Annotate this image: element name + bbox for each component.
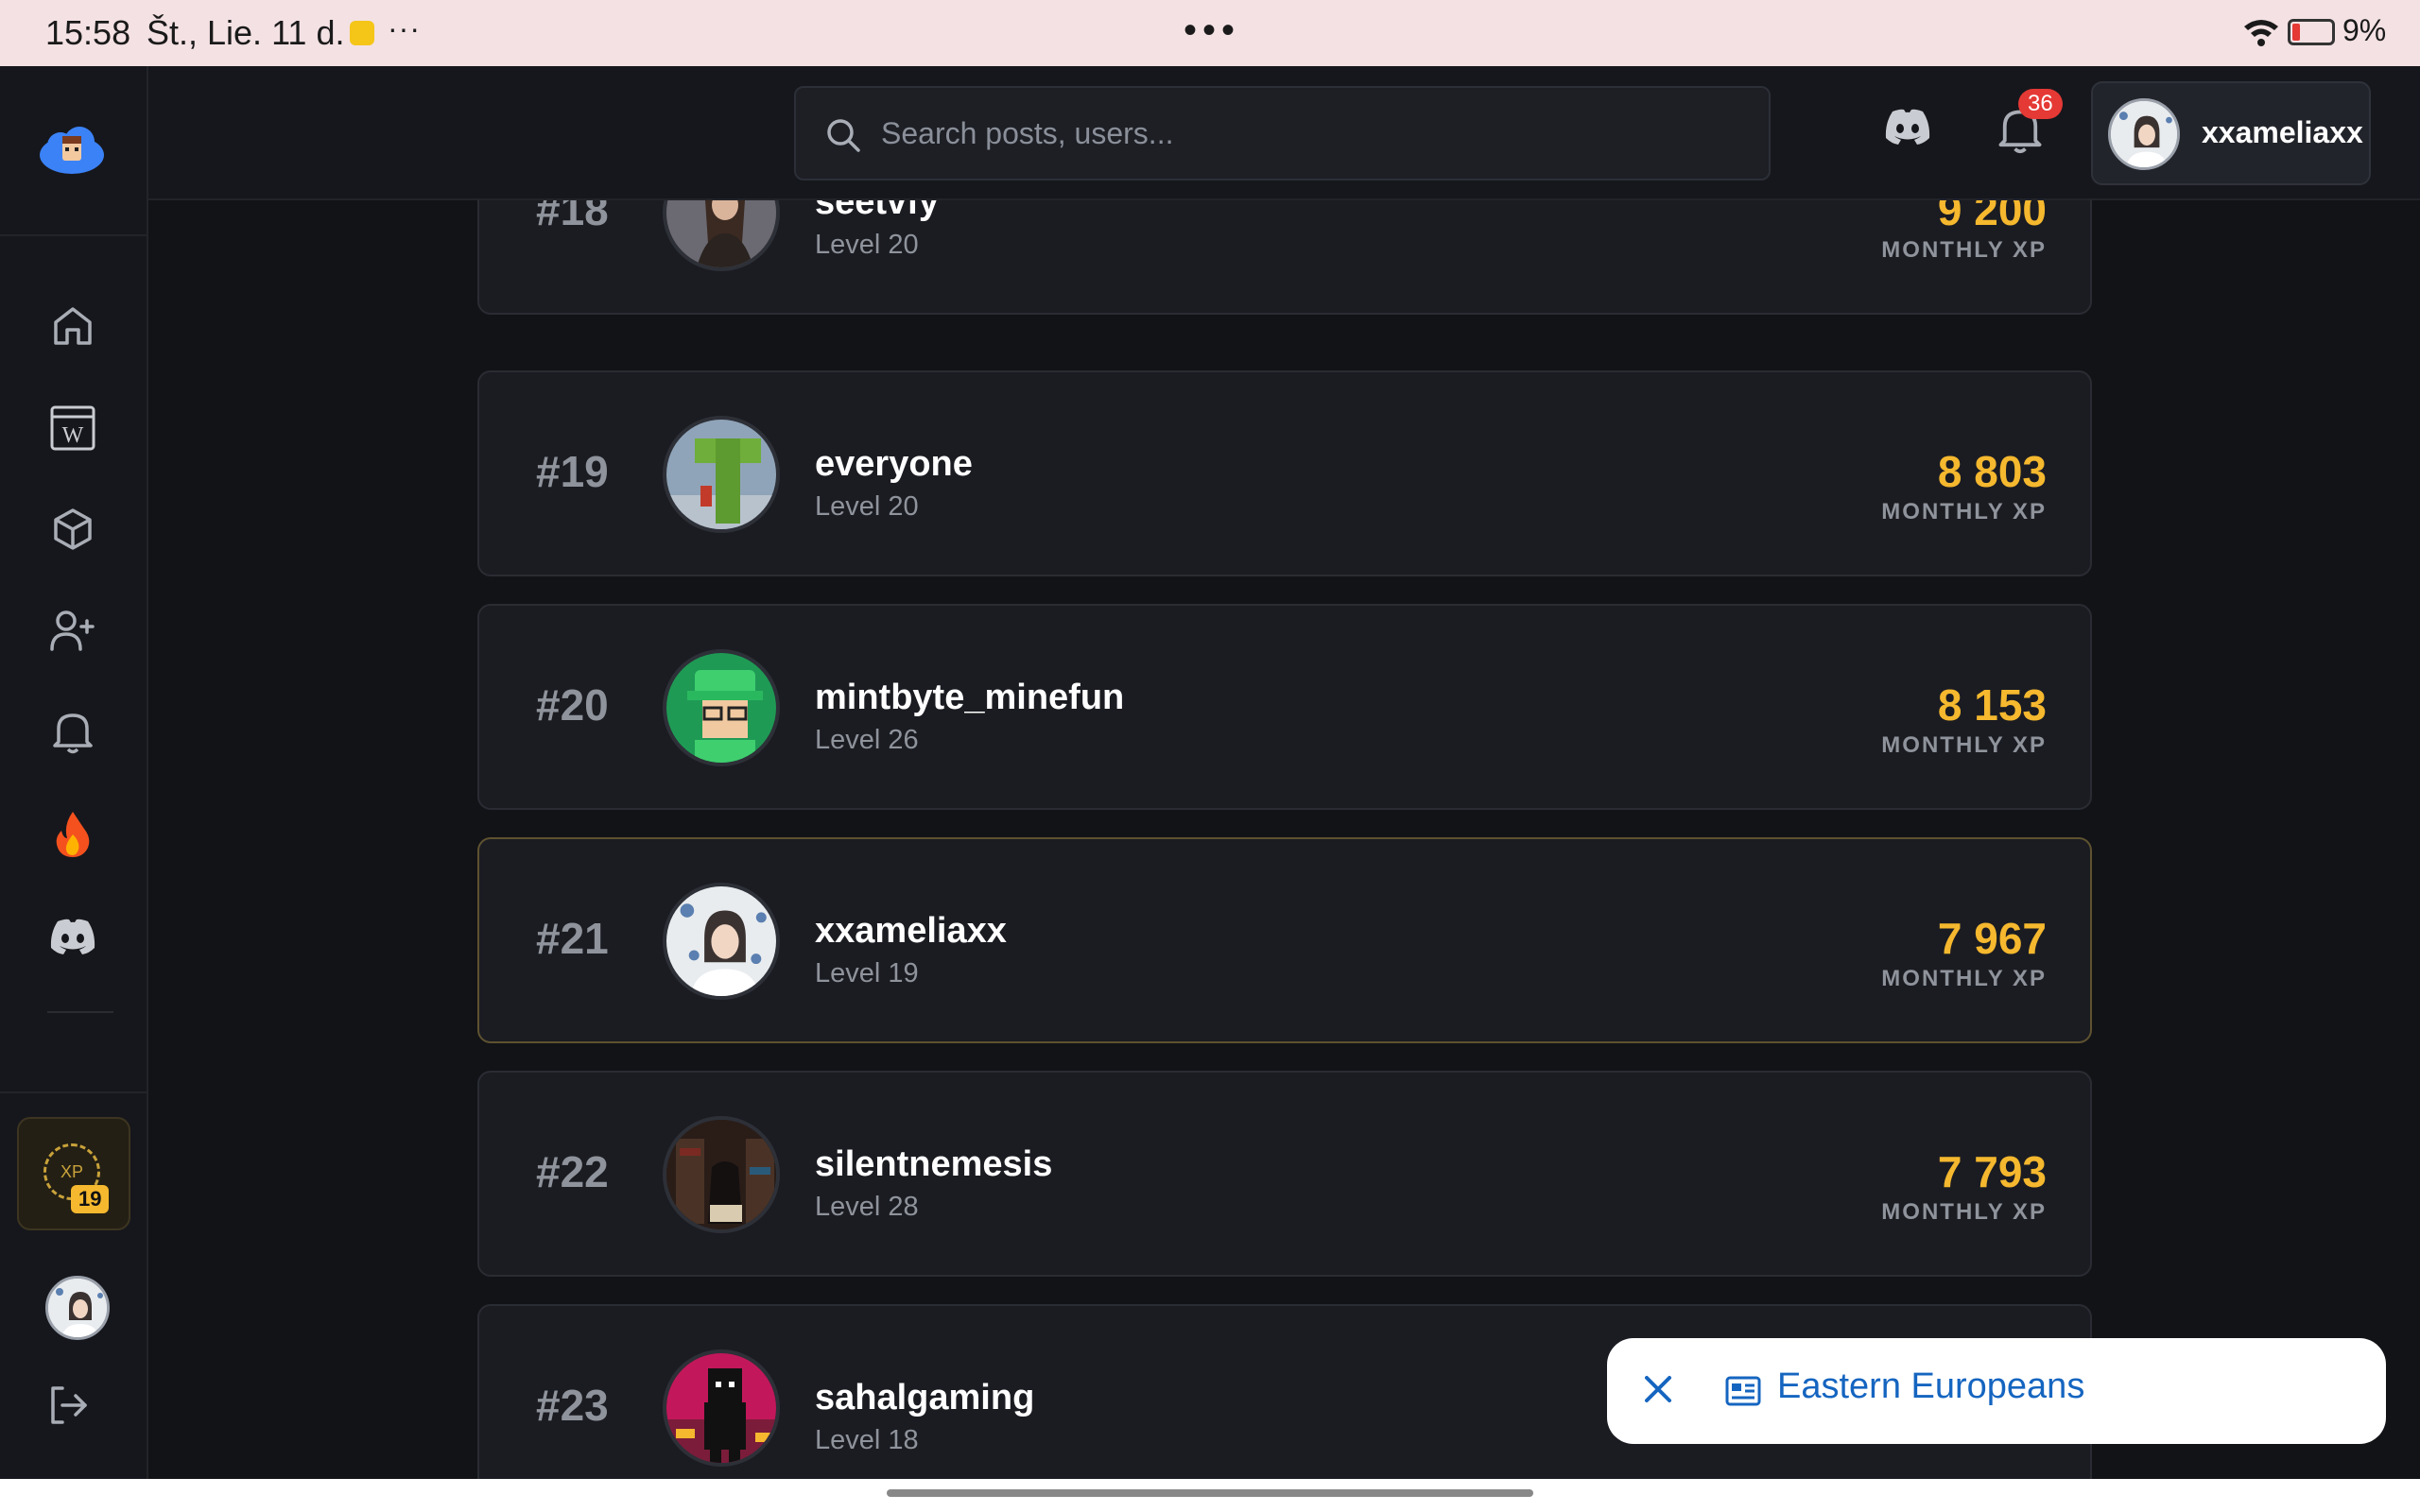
monthly-xp-value: 8 803 — [1937, 447, 2047, 496]
monthly-xp-label: MONTHLY XP — [1881, 237, 2047, 263]
article-icon — [1724, 1372, 1762, 1415]
notification-count-badge: 36 — [2018, 89, 2063, 119]
wifi-icon — [2242, 17, 2280, 52]
sidebar-divider-2 — [0, 1091, 148, 1093]
channel-toast[interactable]: Eastern Europeans — [1607, 1338, 2386, 1444]
monthly-xp-label: MONTHLY XP — [1881, 732, 2047, 758]
user-avatar — [663, 1116, 780, 1233]
leaderboard-row[interactable]: #18 seetvfy Level 20 9 200 MONTHLY XP — [477, 200, 2092, 315]
top-bar: 36 xxameliaxx — [148, 66, 2420, 200]
leaderboard-row-current-user[interactable]: #21 xxameliaxx Level 19 7 967 MONTHLY XP — [477, 837, 2092, 1043]
search-box[interactable] — [794, 86, 1771, 180]
status-time: 15:58 — [45, 13, 131, 52]
rank-number: #23 — [536, 1381, 609, 1430]
app-logo[interactable] — [36, 123, 108, 178]
status-date: Št., Lie. 11 d. — [147, 13, 345, 52]
xp-level-badge[interactable]: XP 19 — [17, 1117, 130, 1230]
sidebar-user-avatar[interactable] — [45, 1276, 110, 1340]
battery-percent: 9% — [2342, 13, 2387, 47]
notification-app-icon — [350, 21, 374, 45]
user-avatar — [663, 200, 780, 271]
leaderboard-row[interactable]: #19 everyone Level 20 8 803 MONTHLY XP — [477, 370, 2092, 576]
username[interactable]: xxameliaxx — [815, 911, 1007, 952]
status-bar: 15:58 Št., Lie. 11 d. ··· ••• 9% — [0, 0, 2420, 66]
username[interactable]: everyone — [815, 444, 973, 485]
monthly-xp-label: MONTHLY XP — [1881, 499, 2047, 524]
monthly-xp-value: 7 967 — [1937, 914, 2047, 963]
discord-icon[interactable] — [47, 911, 98, 962]
leaderboard-row[interactable]: #22 silentnemesis Level 28 7 793 MONTHLY… — [477, 1071, 2092, 1277]
rank-number: #20 — [536, 680, 609, 730]
monthly-xp-value: 7 793 — [1937, 1147, 2047, 1196]
user-level: Level 28 — [815, 1192, 919, 1222]
leaderboard-list: #18 seetvfy Level 20 9 200 MONTHLY XP #1… — [148, 200, 2420, 1479]
svg-text:W: W — [62, 423, 84, 448]
user-avatar — [663, 883, 780, 1000]
leaderboard-row[interactable]: #20 mintbyte_minefun Level 26 8 153 MONT… — [477, 604, 2092, 810]
user-avatar — [2108, 98, 2180, 170]
user-level: Level 26 — [815, 725, 919, 755]
logout-icon[interactable] — [47, 1384, 89, 1431]
window-handle-dots[interactable]: ••• — [1184, 9, 1240, 52]
rank-number: #19 — [536, 447, 609, 496]
fire-icon[interactable] — [47, 809, 98, 860]
battery-icon — [2288, 19, 2335, 45]
user-level: Level 19 — [815, 958, 919, 988]
monthly-xp-label: MONTHLY XP — [1881, 966, 2047, 991]
user-menu-button[interactable]: xxameliaxx — [2091, 81, 2371, 185]
toast-label: Eastern Europeans — [1777, 1366, 2085, 1406]
username[interactable]: mintbyte_minefun — [815, 678, 1124, 718]
discord-header-icon[interactable] — [1883, 108, 1932, 150]
rank-number: #22 — [536, 1147, 609, 1196]
user-avatar — [663, 416, 780, 533]
logo-area — [0, 66, 148, 236]
user-avatar — [663, 649, 780, 766]
monthly-xp-value: 8 153 — [1937, 680, 2047, 730]
sidebar: W XP 19 — [0, 66, 148, 1479]
search-input[interactable] — [881, 88, 1732, 179]
add-user-icon[interactable] — [47, 605, 98, 656]
home-icon[interactable] — [47, 301, 98, 352]
sidebar-divider — [47, 1011, 113, 1013]
rank-number: #18 — [536, 200, 609, 234]
username[interactable]: seetvfy — [815, 200, 939, 223]
user-level: Level 20 — [815, 491, 919, 522]
username[interactable]: silentnemesis — [815, 1144, 1052, 1185]
xp-level-value: 19 — [71, 1185, 110, 1213]
username[interactable]: sahalgaming — [815, 1378, 1034, 1418]
rank-number: #21 — [536, 914, 609, 963]
user-level: Level 20 — [815, 230, 919, 260]
close-icon[interactable] — [1639, 1370, 1677, 1413]
user-name: xxameliaxx — [2202, 115, 2363, 149]
user-level: Level 18 — [815, 1425, 919, 1455]
monthly-xp-label: MONTHLY XP — [1881, 1199, 2047, 1225]
status-more: ··· — [388, 11, 421, 45]
home-gesture-bar[interactable] — [887, 1489, 1533, 1497]
monthly-xp-value: 9 200 — [1937, 200, 2047, 234]
bell-icon[interactable] — [47, 707, 98, 758]
box-icon[interactable] — [47, 504, 98, 555]
user-avatar — [663, 1349, 780, 1467]
wiki-icon[interactable]: W — [47, 403, 98, 454]
search-icon — [824, 116, 862, 159]
